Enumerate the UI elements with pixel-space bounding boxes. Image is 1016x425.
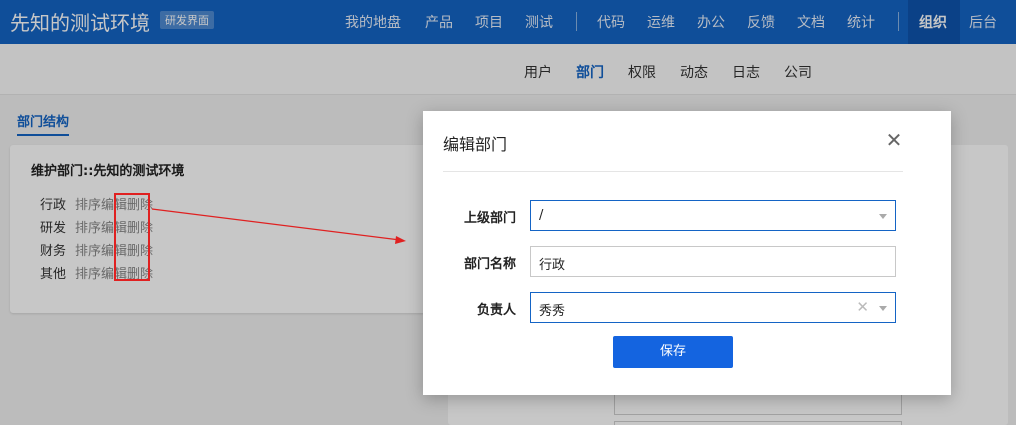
- divider: [443, 171, 903, 172]
- modal-title: 编辑部门: [443, 135, 508, 154]
- close-icon[interactable]: ✕: [883, 129, 905, 151]
- dept-name-label: 部门名称: [463, 257, 516, 272]
- clear-icon[interactable]: ✕: [856, 298, 869, 316]
- manager-value: 秀秀: [539, 304, 566, 319]
- parent-dept-value: /: [539, 208, 544, 223]
- manager-label: 负责人: [476, 303, 516, 318]
- edit-dept-modal: 编辑部门 ✕ 上级部门 / 部门名称 行政 负责人 秀秀 ✕ 保存: [423, 111, 951, 395]
- parent-dept-select[interactable]: /: [530, 200, 896, 231]
- parent-dept-label: 上级部门: [463, 211, 516, 226]
- manager-select[interactable]: 秀秀 ✕: [530, 292, 896, 323]
- chevron-down-icon: [879, 214, 887, 219]
- save-button[interactable]: 保存: [613, 336, 733, 368]
- dept-name-field[interactable]: 行政: [530, 246, 896, 277]
- dept-name-value: 行政: [539, 258, 566, 273]
- chevron-down-icon[interactable]: [879, 306, 887, 311]
